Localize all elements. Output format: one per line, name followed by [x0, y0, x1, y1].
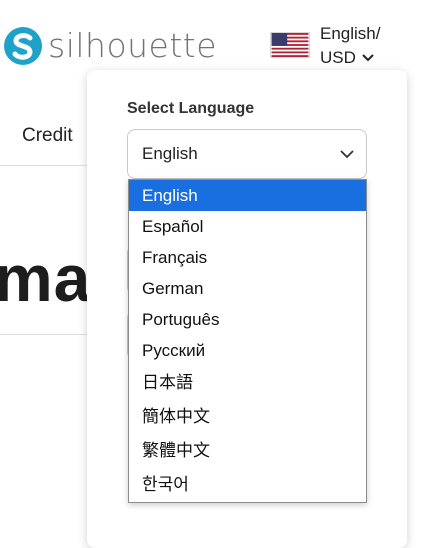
locale-currency: USD [320, 48, 356, 67]
language-option-simplified-chinese[interactable]: 簡体中文 [129, 400, 366, 434]
language-option-traditional-chinese[interactable]: 繁體中文 [129, 434, 366, 468]
chevron-down-icon [362, 54, 374, 62]
logo-text: silhouette [48, 26, 218, 65]
language-option-russian[interactable]: Русский [129, 335, 366, 366]
divider [0, 165, 100, 166]
silhouette-logo[interactable]: silhouette [4, 26, 217, 65]
popup-title: Select Language [127, 100, 255, 117]
language-option-francais[interactable]: Français [129, 242, 366, 273]
nav-item-credit[interactable]: Credit [22, 125, 73, 147]
language-select-value: English [142, 144, 198, 163]
language-option-english[interactable]: English [129, 180, 366, 211]
language-option-korean[interactable]: 한국어 [129, 468, 366, 502]
language-option-german[interactable]: German [129, 273, 366, 304]
divider [0, 334, 100, 335]
locale-language: English/ [320, 24, 381, 43]
language-select[interactable]: English [127, 129, 367, 179]
language-option-espanol[interactable]: Español [129, 211, 366, 242]
us-flag-icon [270, 32, 310, 58]
language-option-japanese[interactable]: 日本語 [129, 366, 366, 400]
language-options-list[interactable]: English Español Français German Portuguê… [128, 179, 367, 503]
silhouette-logo-icon [4, 26, 42, 65]
language-option-portugues[interactable]: Português [129, 304, 366, 335]
chevron-down-icon [340, 149, 354, 158]
locale-selector[interactable]: English/ USD [270, 22, 380, 70]
